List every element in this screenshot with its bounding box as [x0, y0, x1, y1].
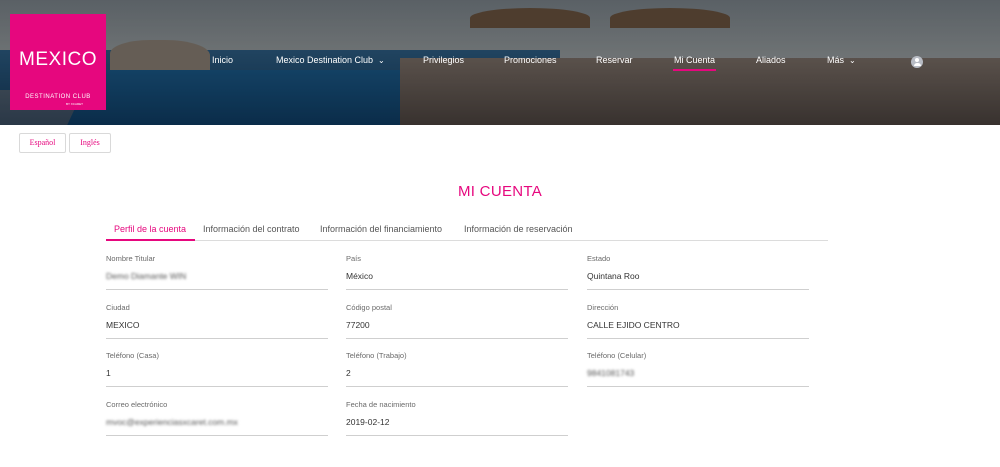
nav-label: Más	[827, 55, 845, 65]
field-label: País	[346, 254, 362, 263]
nav-item-inicio[interactable]: Inicio	[212, 55, 233, 71]
hero-banner: MEXICO DESTINATION CLUB BY XCARET Inicio…	[0, 0, 1000, 125]
field-label: Teléfono (Trabajo)	[346, 351, 407, 360]
nav-label: Aliados	[756, 55, 786, 65]
field-label: Teléfono (Celular)	[587, 351, 647, 360]
field-label: Correo electrónico	[106, 400, 168, 409]
logo-sub2-text: BY XCARET	[66, 102, 83, 106]
field-value: 2019-02-12	[346, 417, 390, 427]
field-label: Fecha de nacimiento	[346, 400, 416, 409]
field-value: CALLE EJIDO CENTRO	[587, 320, 680, 330]
tabs-divider	[106, 240, 828, 241]
field-telefono-casa[interactable]: Teléfono (Casa) 1	[106, 351, 328, 387]
field-telefono-celular[interactable]: Teléfono (Celular) 9841081743	[587, 351, 809, 387]
nav-item-aliados[interactable]: Aliados	[756, 55, 786, 71]
nav-label: Reservar	[596, 55, 633, 65]
nav-label: Inicio	[212, 55, 234, 65]
field-fecha-de-nacimiento[interactable]: Fecha de nacimiento 2019-02-12	[346, 400, 568, 436]
tab-informacion-del-financiamiento[interactable]: Información del financiamiento	[320, 224, 442, 234]
nav-label: Mexico Destination Club	[276, 55, 374, 65]
nav-item-mexico-destination-club[interactable]: Mexico Destination Club ⌄	[276, 55, 385, 71]
nav-item-reservar[interactable]: Reservar	[596, 55, 633, 71]
field-value: Demo Diamante WIN	[106, 271, 187, 281]
logo-sub-text: DESTINATION CLUB	[25, 94, 91, 100]
language-button-espanol[interactable]: Español	[19, 133, 66, 153]
field-codigo-postal[interactable]: Código postal 77200	[346, 303, 568, 339]
field-telefono-trabajo[interactable]: Teléfono (Trabajo) 2	[346, 351, 568, 387]
user-avatar-icon[interactable]	[911, 56, 923, 68]
logo-main-text: MEXICO	[19, 49, 97, 70]
field-estado[interactable]: Estado Quintana Roo	[587, 254, 809, 290]
field-value: 77200	[346, 320, 370, 330]
nav-item-mas[interactable]: Más ⌄	[827, 55, 856, 71]
field-value: mvoc@experienciasxcaret.com.mx	[106, 417, 238, 427]
field-value: Quintana Roo	[587, 271, 640, 281]
nav-label: Mi Cuenta	[674, 55, 716, 65]
field-direccion[interactable]: Dirección CALLE EJIDO CENTRO	[587, 303, 809, 339]
field-value: 9841081743	[587, 368, 635, 378]
page-title: MI CUENTA	[457, 183, 543, 200]
field-label: Teléfono (Casa)	[106, 351, 159, 360]
field-ciudad[interactable]: Ciudad MEXICO	[106, 303, 328, 339]
field-label: Código postal	[346, 303, 392, 312]
field-value: MEXICO	[106, 320, 140, 330]
field-label: Ciudad	[106, 303, 130, 312]
page: MEXICO DESTINATION CLUB BY XCARET Inicio…	[0, 0, 1000, 467]
nav-label: Promociones	[504, 55, 557, 65]
field-label: Dirección	[587, 303, 619, 312]
field-value: 2	[346, 368, 351, 378]
language-button-ingles[interactable]: Inglés	[69, 133, 111, 153]
nav-item-privilegios[interactable]: Privilegios	[423, 55, 464, 71]
active-tab-indicator	[106, 239, 195, 241]
field-pais[interactable]: País México	[346, 254, 568, 290]
tab-informacion-del-contrato[interactable]: Información del contrato	[203, 224, 300, 234]
field-label: Nombre Titular	[106, 254, 156, 263]
field-correo-electronico[interactable]: Correo electrónico mvoc@experienciasxcar…	[106, 400, 328, 436]
chevron-down-icon: ⌄	[378, 56, 385, 65]
nav-label: Privilegios	[423, 55, 465, 65]
nav-item-mi-cuenta[interactable]: Mi Cuenta	[672, 55, 717, 71]
field-value: México	[346, 271, 373, 281]
tab-informacion-de-reservacion[interactable]: Información de reservación	[464, 224, 573, 234]
tab-perfil-de-la-cuenta[interactable]: Perfil de la cuenta	[114, 224, 186, 234]
field-nombre-titular[interactable]: Nombre Titular Demo Diamante WIN	[106, 254, 328, 290]
field-value: 1	[106, 368, 111, 378]
chevron-down-icon: ⌄	[849, 56, 856, 65]
nav-item-promociones[interactable]: Promociones	[504, 55, 557, 71]
field-label: Estado	[587, 254, 611, 263]
brand-logo[interactable]: MEXICO DESTINATION CLUB BY XCARET	[10, 14, 106, 110]
